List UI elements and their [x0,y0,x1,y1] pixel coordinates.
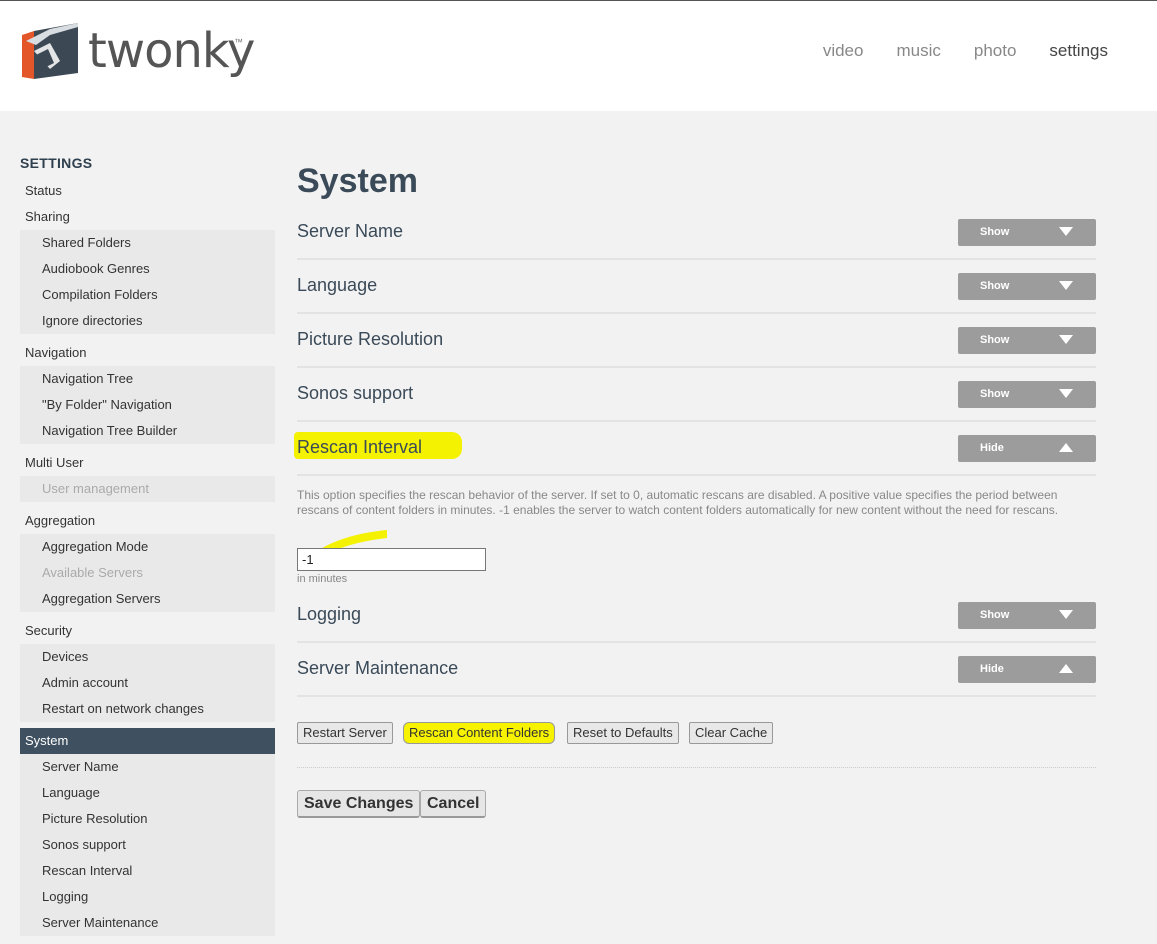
section-label: Rescan Interval [297,437,423,457]
toggle-label: Show [980,609,1010,621]
sidebar-item-logging[interactable]: Logging [20,884,275,910]
section-label: Logging [297,604,362,624]
show-button[interactable]: Show [958,327,1096,354]
hide-button[interactable]: Hide [958,435,1096,462]
sidebar-item-user-management: User management [42,481,149,496]
section-label: Server Maintenance [297,658,459,678]
toggle-label: Show [980,388,1010,400]
sidebar-item-admin-account[interactable]: Admin account [20,670,275,696]
section-language: Language Show [297,260,1096,314]
toggle-label: Hide [980,442,1004,454]
section-label: Server Name [297,221,404,241]
arrow-down-icon [1059,281,1073,290]
sidebar-item-status[interactable]: Status [20,178,275,204]
arrow-down-icon [1059,389,1073,398]
section-server-name: Server Name Show [297,206,1096,260]
sidebar-group-sharing: Shared Folders Audiobook Genres Compilat… [20,230,275,334]
sidebar-item-aggregation-mode[interactable]: Aggregation Mode [20,534,275,560]
sidebar-group-multi-user: User management [20,476,275,502]
rescan-units: in minutes [297,573,348,585]
sidebar-item-navigation-tree[interactable]: Navigation Tree [20,366,275,392]
nav-settings[interactable]: settings [1049,41,1108,61]
sidebar-item-sharing[interactable]: Sharing [20,204,275,230]
sidebar-item-multi-user[interactable]: Multi User [20,450,275,476]
sidebar-item-server-name[interactable]: Server Name [20,754,275,780]
sidebar-item-navigation[interactable]: Navigation [20,340,275,366]
save-changes-button[interactable]: Save Changes [297,790,421,818]
toggle-label: Show [980,334,1010,346]
sidebar-item-restart-on-network-changes[interactable]: Restart on network changes [20,696,275,722]
sidebar-item-system[interactable]: System [20,728,275,754]
sidebar-item-ignore-directories[interactable]: Ignore directories [20,308,275,334]
sidebar-group-aggregation: Aggregation Mode Available Servers Aggre… [20,534,275,612]
sidebar-title: SETTINGS [20,155,93,171]
arrow-up-icon [1059,443,1073,452]
restart-server-button[interactable]: Restart Server [297,722,393,744]
arrow-up-icon [1059,664,1073,673]
hide-button[interactable]: Hide [958,656,1096,683]
sidebar-item-aggregation[interactable]: Aggregation [20,508,275,534]
show-button[interactable]: Show [958,602,1096,629]
nav-music[interactable]: music [896,41,940,61]
sidebar-item-by-folder-navigation[interactable]: "By Folder" Navigation [20,392,275,418]
nav-photo[interactable]: photo [974,41,1017,61]
rescan-interval-input[interactable] [297,548,486,571]
show-button[interactable]: Show [958,273,1096,300]
sidebar-item-shared-folders[interactable]: Shared Folders [20,230,275,256]
toggle-label: Show [980,226,1010,238]
sidebar-item-rescan-interval[interactable]: Rescan Interval [20,858,275,884]
form-actions: Save Changes Cancel [297,768,1096,828]
cancel-button[interactable]: Cancel [420,790,487,818]
sidebar-group-security: Devices Admin account Restart on network… [20,644,275,722]
toggle-label: Hide [980,663,1004,675]
sidebar-item-available-servers: Available Servers [42,565,143,580]
sidebar-item-sonos-support[interactable]: Sonos support [20,832,275,858]
clear-cache-button[interactable]: Clear Cache [689,722,774,744]
header: twonky ™ video music photo settings [0,0,1157,111]
twonky-logo-icon [22,23,78,79]
section-rescan-interval: Rescan Interval Hide [294,422,1096,476]
main-content: System Server Name Show Language Show Pi… [294,150,1096,828]
rescan-description: This option specifies the rescan behavio… [297,488,1059,517]
rescan-interval-panel: This option specifies the rescan behavio… [297,476,1096,585]
sidebar-item-devices[interactable]: Devices [20,644,275,670]
nav-video[interactable]: video [823,41,864,61]
sidebar-item-security[interactable]: Security [20,618,275,644]
sidebar-item-language[interactable]: Language [20,780,275,806]
show-button[interactable]: Show [958,219,1096,246]
section-label: Picture Resolution [297,329,444,349]
settings-sidebar: SETTINGS Status Sharing Shared Folders A… [20,155,275,936]
page-title: System [297,162,418,200]
sidebar-item-navigation-tree-builder[interactable]: Navigation Tree Builder [20,418,275,444]
maintenance-buttons: Restart Server Rescan Content Folders Re… [297,697,1096,768]
section-picture-resolution: Picture Resolution Show [297,314,1096,368]
reset-to-defaults-button[interactable]: Reset to Defaults [567,722,679,744]
sidebar-item-picture-resolution[interactable]: Picture Resolution [20,806,275,832]
sidebar-item-compilation-folders[interactable]: Compilation Folders [20,282,275,308]
sidebar-item-audiobook-genres[interactable]: Audiobook Genres [20,256,275,282]
section-label: Language [297,275,378,295]
twonky-logo[interactable]: twonky ™ [20,21,255,81]
logo-text: twonky [88,23,255,79]
section-label: Sonos support [297,383,414,403]
arrow-down-icon [1059,335,1073,344]
section-logging: Logging Show [297,589,1096,643]
section-sonos-support: Sonos support Show [297,368,1096,422]
sidebar-item-aggregation-servers[interactable]: Aggregation Servers [20,586,275,612]
toggle-label: Show [980,280,1010,292]
sidebar-group-navigation: Navigation Tree "By Folder" Navigation N… [20,366,275,444]
rescan-content-folders-button[interactable]: Rescan Content Folders [403,722,556,744]
show-button[interactable]: Show [958,381,1096,408]
arrow-down-icon [1059,227,1073,236]
arrow-down-icon [1059,610,1073,619]
sidebar-group-system: Server Name Language Picture Resolution … [20,754,275,936]
top-nav: video music photo settings [823,41,1108,61]
sidebar-item-server-maintenance[interactable]: Server Maintenance [20,910,275,936]
section-server-maintenance: Server Maintenance Hide [297,643,1096,697]
trademark: ™ [234,37,243,47]
